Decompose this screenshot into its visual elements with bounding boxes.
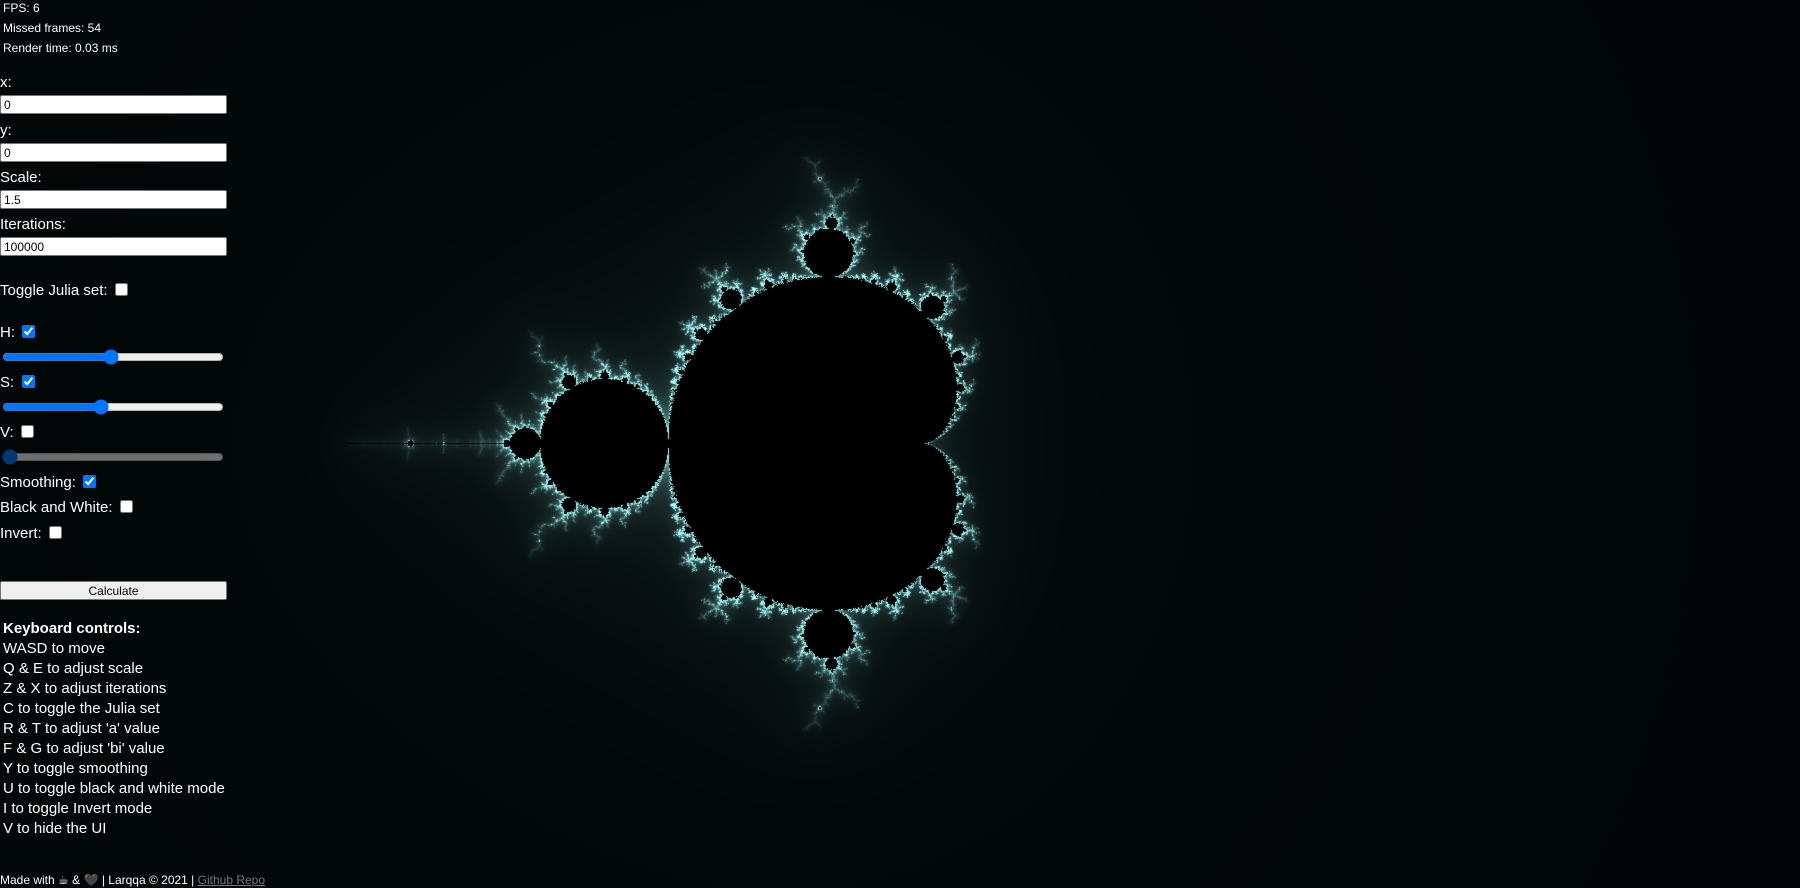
keyboard-control-item: F & G to adjust 'bi' value xyxy=(3,740,165,757)
heart-icon: 🖤 xyxy=(83,873,99,887)
s-slider[interactable] xyxy=(2,399,224,415)
footer-credit: | Larqqa © 2021 | xyxy=(101,873,195,887)
calculate-button[interactable]: Calculate xyxy=(0,581,227,600)
footer-ampersand: & xyxy=(72,873,81,887)
black-and-white-label: Black and White: xyxy=(0,499,113,516)
iterations-input[interactable] xyxy=(0,237,227,256)
missed-frames-readout: Missed frames: 54 xyxy=(3,21,102,35)
v-checkbox[interactable] xyxy=(21,425,34,438)
s-checkbox[interactable] xyxy=(22,375,35,388)
keyboard-controls: Keyboard controls: WASD to move Q & E to… xyxy=(3,619,225,839)
y-input[interactable] xyxy=(0,143,227,162)
keyboard-control-item: C to toggle the Julia set xyxy=(3,700,160,717)
s-label: S: xyxy=(0,374,15,391)
scale-input[interactable] xyxy=(0,190,227,209)
invert-label: Invert: xyxy=(0,525,42,542)
coffee-icon: ☕ xyxy=(58,873,69,887)
footer: Made with ☕ & 🖤 | Larqqa © 2021 | Github… xyxy=(0,873,265,887)
fps-readout: FPS: 6 xyxy=(3,1,40,15)
julia-toggle-label: Toggle Julia set: xyxy=(0,282,108,299)
render-time-readout: Render time: 0.03 ms xyxy=(3,41,118,55)
scale-label: Scale: xyxy=(0,169,42,186)
iterations-label: Iterations: xyxy=(0,216,66,233)
smoothing-label: Smoothing: xyxy=(0,474,76,491)
v-slider[interactable] xyxy=(2,449,224,465)
h-slider[interactable] xyxy=(2,349,224,365)
black-and-white-checkbox[interactable] xyxy=(120,500,133,513)
h-label: H: xyxy=(0,324,15,341)
mandelbrot-canvas[interactable] xyxy=(0,0,1800,888)
invert-checkbox[interactable] xyxy=(49,526,62,539)
smoothing-checkbox[interactable] xyxy=(83,475,96,488)
keyboard-control-item: V to hide the UI xyxy=(3,820,107,837)
keyboard-control-item: I to toggle Invert mode xyxy=(3,800,153,817)
julia-toggle-checkbox[interactable] xyxy=(115,283,128,296)
v-label: V: xyxy=(0,424,14,441)
keyboard-control-item: Y to toggle smoothing xyxy=(3,760,148,777)
keyboard-controls-title: Keyboard controls: xyxy=(3,620,141,637)
keyboard-control-item: Z & X to adjust iterations xyxy=(3,680,167,697)
keyboard-control-item: WASD to move xyxy=(3,640,105,657)
x-label: x: xyxy=(0,74,12,91)
x-input[interactable] xyxy=(0,95,227,114)
h-checkbox[interactable] xyxy=(22,325,35,338)
keyboard-control-item: R & T to adjust 'a' value xyxy=(3,720,160,737)
y-label: y: xyxy=(0,122,12,139)
keyboard-control-item: U to toggle black and white mode xyxy=(3,780,225,797)
github-repo-link[interactable]: Github Repo xyxy=(198,873,265,887)
footer-made-with: Made with xyxy=(0,873,55,887)
keyboard-control-item: Q & E to adjust scale xyxy=(3,660,144,677)
